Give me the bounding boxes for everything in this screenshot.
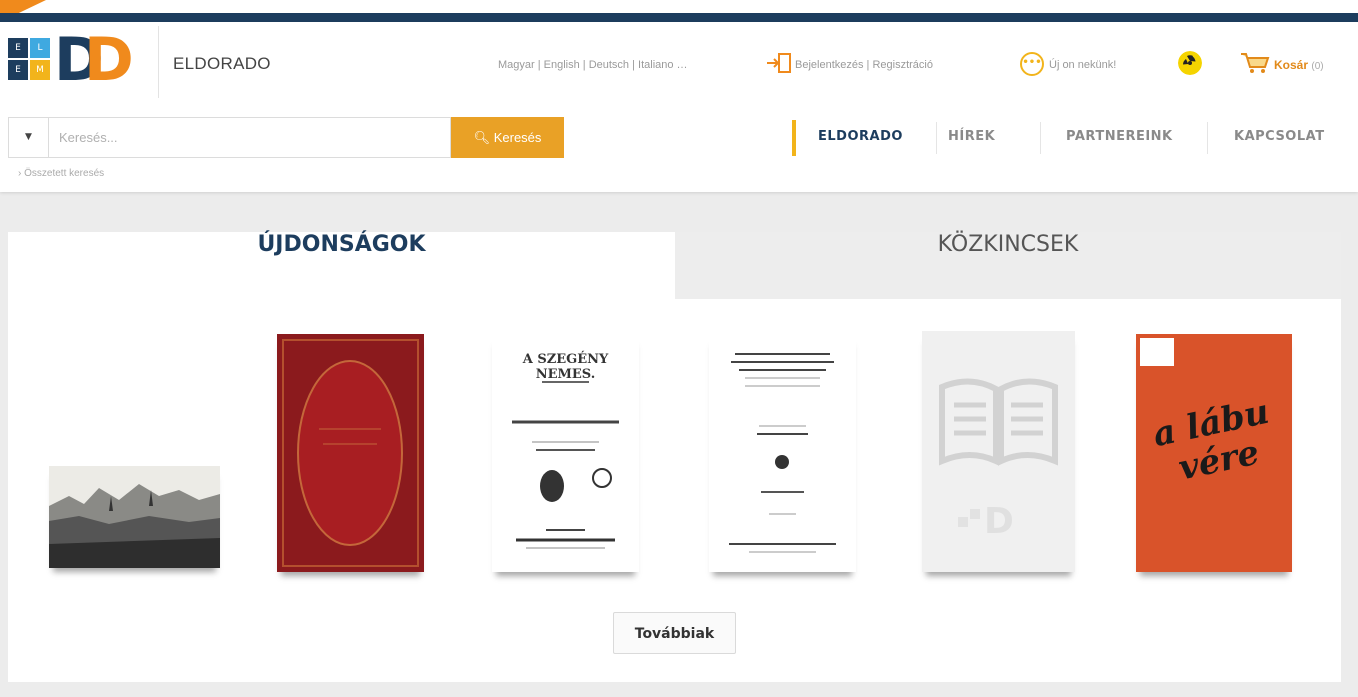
- messages-link[interactable]: Új on nekünk!: [1049, 59, 1116, 71]
- book-cover-3[interactable]: A SZEGÉNY NEMES.: [492, 334, 639, 572]
- book-cover-1[interactable]: [49, 466, 220, 568]
- ornate-frame: [282, 339, 419, 567]
- cart-label: Kosár: [1274, 58, 1309, 72]
- nav-item-kapcsolat[interactable]: KAPCSOLAT: [1234, 129, 1325, 144]
- cart-count: (0): [1311, 61, 1324, 72]
- tab-public-domain[interactable]: KÖZKINCSEK: [675, 232, 1341, 299]
- radiation-icon[interactable]: [1178, 51, 1202, 75]
- auth-links[interactable]: Bejelentkezés | Regisztráció: [795, 59, 933, 71]
- site-logo[interactable]: E L E M D D: [8, 30, 134, 96]
- site-header: E L E M D D ELDORADO Magyar | English | …: [0, 22, 1358, 192]
- nav-divider: [1207, 122, 1208, 154]
- book-cover-6[interactable]: a lábu vére: [1136, 334, 1292, 572]
- nav-item-eldorado[interactable]: ELDORADO: [818, 129, 903, 144]
- more-button[interactable]: Továbbiak: [613, 612, 736, 654]
- nav-divider: [1040, 122, 1041, 154]
- nav-active-marker: [792, 120, 796, 156]
- nav-item-partnereink[interactable]: PARTNEREINK: [1066, 129, 1173, 144]
- search-button-label: Keresés: [493, 130, 542, 145]
- title-page-lines: [512, 381, 619, 549]
- search-box: ▼: [8, 117, 451, 158]
- cart-icon[interactable]: [1240, 51, 1270, 75]
- chat-icon[interactable]: •••: [1020, 52, 1044, 76]
- search-icon: 🔍︎: [473, 130, 491, 145]
- advanced-search-label: Összetett keresés: [24, 168, 105, 179]
- search-scope-dropdown[interactable]: ▼: [9, 118, 49, 157]
- title-page-lines: [729, 353, 836, 553]
- cart-link[interactable]: Kosár (0): [1274, 58, 1324, 72]
- logo-square-e2: E: [8, 60, 28, 80]
- header-divider: [158, 26, 159, 98]
- logo-square-l: L: [30, 38, 50, 58]
- placeholder-logo: D: [984, 501, 1014, 542]
- site-name[interactable]: ELDORADO: [173, 54, 271, 74]
- tab-new-arrivals[interactable]: ÚJDONSÁGOK: [8, 232, 675, 299]
- book-cover-2[interactable]: [277, 334, 424, 572]
- book-6-title: a lábu vére: [1149, 391, 1273, 489]
- logo-square-e: E: [8, 38, 28, 58]
- engraving-image: [49, 466, 220, 568]
- top-accent-bar: [0, 0, 1358, 22]
- login-icon[interactable]: [766, 52, 792, 74]
- advanced-search-link[interactable]: › Összetett keresés: [18, 168, 104, 179]
- book-cover-5-placeholder[interactable]: D: [922, 331, 1075, 572]
- language-switcher[interactable]: Magyar | English | Deutsch | Italiano …: [498, 59, 688, 71]
- logo-square-m: M: [30, 60, 50, 80]
- book-6-badge: [1140, 338, 1174, 366]
- top-stripe: [0, 13, 1358, 22]
- book-cover-4[interactable]: [709, 334, 856, 572]
- nav-divider: [936, 122, 937, 154]
- logo-letter-d2: D: [84, 25, 134, 95]
- search-input[interactable]: [59, 118, 439, 157]
- nav-item-hirek[interactable]: HÍREK: [948, 129, 995, 144]
- search-button[interactable]: 🔍︎ Keresés: [451, 117, 564, 158]
